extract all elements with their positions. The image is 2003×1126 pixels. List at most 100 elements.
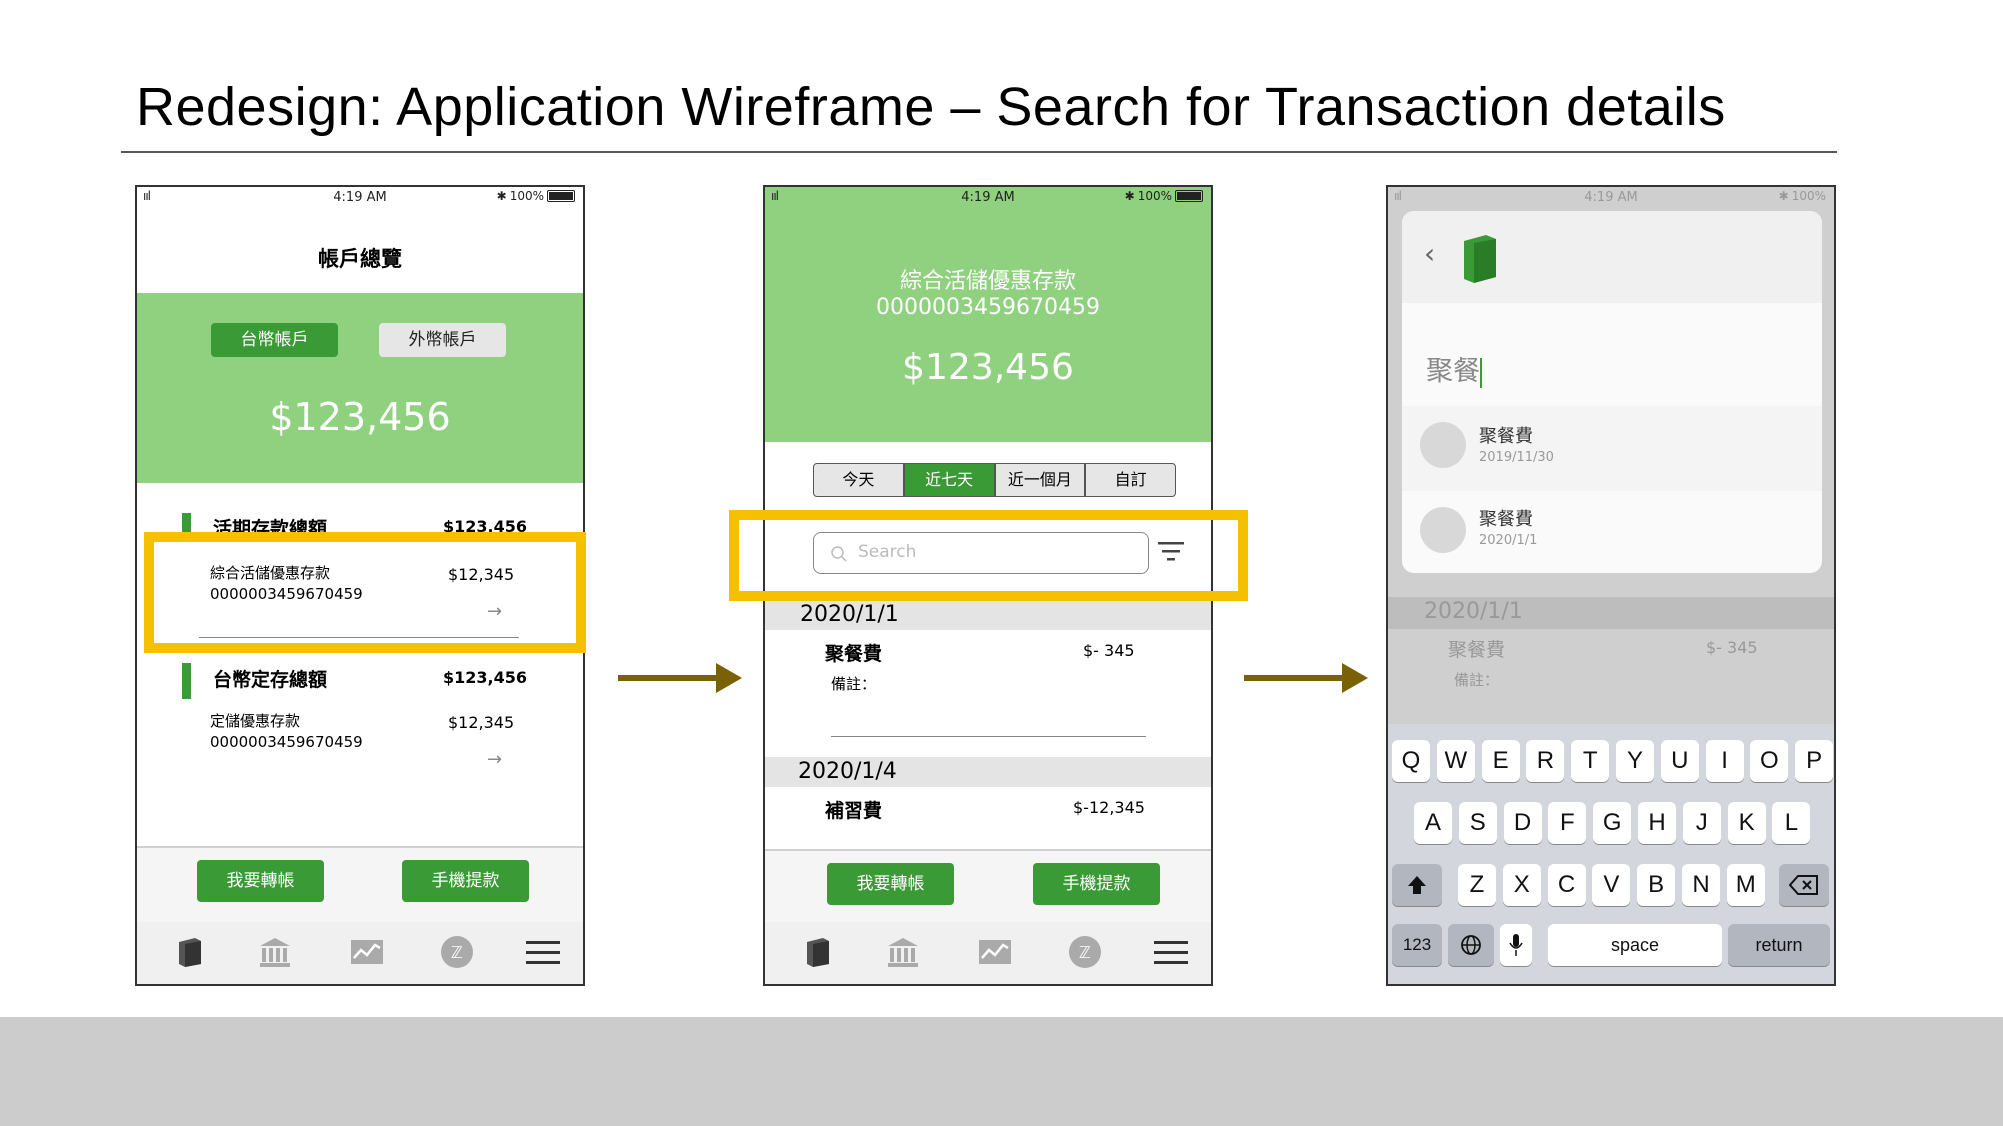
key-f[interactable]: F (1548, 802, 1587, 844)
total-balance: $123,456 (269, 395, 451, 439)
wallet-icon[interactable] (173, 934, 209, 970)
account-balance: $123,456 (902, 347, 1074, 388)
key-c[interactable]: C (1547, 864, 1586, 906)
back-icon[interactable]: ‹ (1424, 237, 1435, 270)
slide-footer-band (0, 1017, 2003, 1126)
menu-icon[interactable] (525, 934, 561, 970)
filter-1-month[interactable]: 近一個月 (994, 463, 1086, 497)
bank-icon[interactable] (257, 934, 293, 970)
date-group-header: 2020/1/4 (765, 757, 1211, 787)
key-b[interactable]: B (1637, 864, 1676, 906)
zeta-coin-icon[interactable]: ℤ (439, 934, 475, 970)
key-e[interactable]: E (1481, 740, 1520, 782)
filter-custom[interactable]: 自訂 (1085, 463, 1176, 497)
transaction-amount: $- 345 (1083, 641, 1135, 660)
transaction-note-label: 備註： (831, 675, 877, 693)
suggestion-item[interactable]: 聚餐費 2019/11/30 (1402, 406, 1822, 491)
suggestion-avatar (1420, 422, 1466, 468)
filter-7-days[interactable]: 近七天 (903, 463, 995, 497)
backspace-key[interactable] (1779, 864, 1829, 906)
transaction-name[interactable]: 補習費 (825, 796, 882, 823)
tab-twd-account[interactable]: 台幣帳戶 (211, 323, 338, 357)
status-bar: ııl 4:19 AM ✱ 100% (137, 187, 583, 207)
key-q[interactable]: Q (1392, 740, 1430, 782)
filter-today[interactable]: 今天 (813, 463, 904, 497)
status-bar: ııl 4:19 AM ✱ 100% (765, 187, 1211, 207)
arrow-right-icon[interactable]: → (487, 749, 502, 770)
space-key[interactable]: space (1548, 924, 1722, 966)
bluetooth-icon: ✱ (1778, 189, 1789, 203)
tab-bar: ℤ (765, 922, 1211, 984)
key-j[interactable]: J (1682, 802, 1721, 844)
key-h[interactable]: H (1638, 802, 1676, 844)
key-g[interactable]: G (1593, 802, 1632, 844)
suggestion-name: 聚餐費 (1479, 509, 1533, 530)
transaction-name[interactable]: 聚餐費 (825, 639, 882, 666)
transfer-button[interactable]: 我要轉帳 (827, 863, 954, 905)
highlight-search-bar (729, 510, 1248, 601)
dimmed-date-header: 2020/1/1 (1388, 597, 1834, 629)
return-key[interactable]: return (1728, 924, 1830, 966)
key-v[interactable]: V (1592, 864, 1631, 906)
chart-icon[interactable] (977, 934, 1013, 970)
phone-search-overlay: ııl 4:19 AM ✱ 100% 2020/1/1 聚餐費 $- 345 備註… (1386, 185, 1836, 986)
key-x[interactable]: X (1502, 864, 1541, 906)
dimmed-group-date: 2020/1/1 (1424, 599, 1523, 624)
key-k[interactable]: K (1727, 802, 1766, 844)
key-m[interactable]: M (1726, 864, 1765, 906)
date-filter-group: 今天 近七天 近一個月 自訂 (813, 463, 1176, 497)
key-w[interactable]: W (1436, 740, 1475, 782)
chart-icon[interactable] (349, 934, 385, 970)
suggestion-date: 2020/1/1 (1479, 533, 1538, 548)
account-number: 0000003459670459 (210, 733, 363, 751)
shift-key[interactable] (1392, 864, 1442, 906)
key-a[interactable]: A (1414, 802, 1452, 844)
account-name: 綜合活儲優惠存款 (899, 269, 1076, 294)
dimmed-transaction-amount: $- 345 (1706, 638, 1758, 657)
transfer-button[interactable]: 我要轉帳 (197, 860, 324, 902)
time-deposit-title: 台幣定存總額 (213, 669, 328, 691)
page-title: 帳戶總覽 (318, 247, 402, 271)
flow-arrow-1 (618, 663, 742, 693)
key-l[interactable]: L (1772, 802, 1811, 844)
bank-icon[interactable] (885, 934, 921, 970)
key-s[interactable]: S (1458, 802, 1497, 844)
tab-bar: ℤ (137, 922, 583, 984)
numbers-key[interactable]: 123 (1392, 924, 1442, 966)
withdraw-button[interactable]: 手機提款 (402, 860, 529, 902)
key-t[interactable]: T (1571, 740, 1610, 782)
key-d[interactable]: D (1503, 802, 1542, 844)
menu-icon[interactable] (1153, 934, 1189, 970)
balance-header: 台幣帳戶 外幣帳戶 $123,456 (137, 293, 583, 483)
zeta-coin-icon[interactable]: ℤ (1067, 934, 1103, 970)
key-n[interactable]: N (1682, 864, 1720, 906)
svg-text:ℤ: ℤ (1079, 943, 1091, 962)
suggestion-avatar (1420, 507, 1466, 553)
withdraw-button[interactable]: 手機提款 (1033, 863, 1160, 905)
key-o[interactable]: O (1750, 740, 1789, 782)
key-i[interactable]: I (1705, 740, 1744, 782)
key-u[interactable]: U (1660, 740, 1699, 782)
tab-foreign-account[interactable]: 外幣帳戶 (379, 323, 506, 357)
text-cursor (1480, 357, 1482, 388)
key-z[interactable]: Z (1458, 864, 1496, 906)
action-bar: 我要轉帳 手機提款 (137, 846, 583, 924)
key-p[interactable]: P (1795, 740, 1834, 782)
time-deposit-amount: $123,456 (443, 668, 528, 687)
slide-title: Redesign: Application Wireframe – Search… (136, 77, 1726, 137)
battery-indicator: ✱ 100% (1779, 189, 1826, 203)
battery-indicator: ✱ 100% (497, 189, 575, 203)
globe-key[interactable] (1448, 924, 1494, 966)
key-y[interactable]: Y (1616, 740, 1654, 782)
wallet-icon[interactable] (801, 934, 837, 970)
search-input[interactable]: 聚餐 (1426, 349, 1482, 388)
section-marker (182, 663, 191, 699)
suggestion-item[interactable]: 聚餐費 2020/1/1 (1402, 491, 1822, 573)
backspace-icon (1788, 875, 1818, 895)
key-r[interactable]: R (1526, 740, 1565, 782)
bluetooth-icon: ✱ (1124, 189, 1135, 203)
keyboard: QWERTYUIOP ASDFGHJKL ZXCVBNM 123 space r… (1388, 724, 1834, 984)
mic-key[interactable] (1500, 924, 1532, 966)
status-bar: ııl 4:19 AM ✱ 100% (1388, 187, 1834, 207)
battery-icon (547, 190, 575, 202)
